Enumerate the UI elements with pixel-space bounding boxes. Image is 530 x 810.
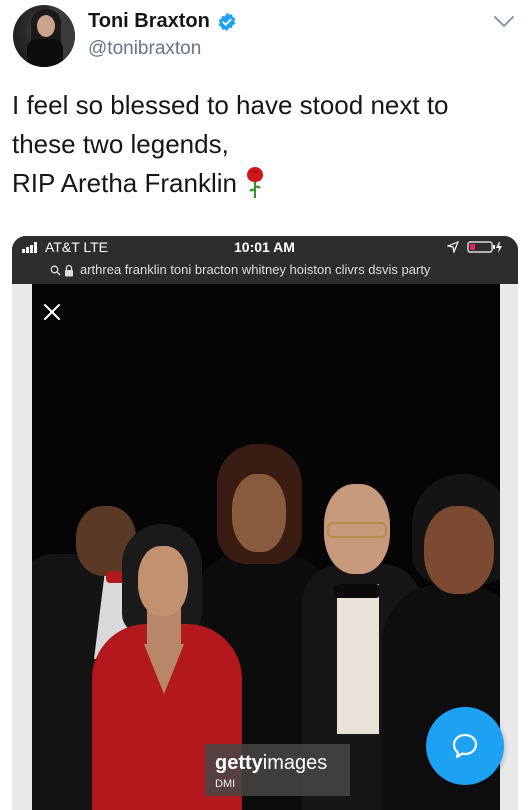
phone-status-bar: AT&T LTE 10:01 AM: [12, 236, 518, 258]
browser-url-bar: arthrea franklin toni bracton whitney ho…: [12, 258, 518, 284]
display-name[interactable]: Toni Braxton: [88, 10, 210, 33]
tweet-line: RIP Aretha Franklin: [12, 164, 518, 203]
lock-icon: [65, 264, 73, 277]
tweet-line: I feel so blessed to have stood next to: [12, 90, 449, 120]
rose-icon: [246, 167, 263, 198]
compose-reply-button[interactable]: [426, 707, 504, 785]
avatar-face: [37, 15, 55, 37]
getty-logo: gettyimages: [215, 752, 327, 775]
avatar[interactable]: [13, 5, 75, 67]
close-icon: [44, 304, 60, 320]
verified-badge-icon: [218, 12, 236, 32]
getty-logo-bold: getty: [215, 752, 263, 774]
user-handle[interactable]: @tonibraxton: [88, 38, 201, 60]
photo-figure: [334, 584, 380, 598]
chevron-down-icon[interactable]: [493, 14, 515, 30]
photo-figure: [138, 546, 188, 616]
clock: 10:01 AM: [234, 239, 295, 255]
tweet-line: these two legends,: [12, 129, 229, 159]
photo-figure: [337, 584, 379, 734]
photo-figure: [232, 474, 286, 552]
tweet-text: I feel so blessed to have stood next to …: [12, 86, 518, 203]
speech-bubble-icon: [452, 733, 478, 759]
battery-icon: [467, 241, 502, 253]
location-arrow-icon: [447, 241, 459, 253]
url-text: arthrea franklin toni bracton whitney ho…: [80, 262, 431, 277]
photo-figure: [424, 506, 494, 594]
photo-credit: DMI: [215, 778, 236, 790]
photo-figure: [327, 522, 387, 538]
tweet-line-text: RIP Aretha Franklin: [12, 168, 237, 198]
getty-watermark: gettyimages DMI: [205, 744, 350, 796]
avatar-body: [27, 39, 63, 67]
search-icon: [50, 265, 61, 276]
carrier-label: AT&T LTE: [45, 239, 109, 255]
signal-strength-icon: [22, 242, 37, 253]
getty-logo-regular: images: [262, 752, 328, 774]
tweet-header: Toni Braxton @tonibraxton: [0, 0, 530, 80]
